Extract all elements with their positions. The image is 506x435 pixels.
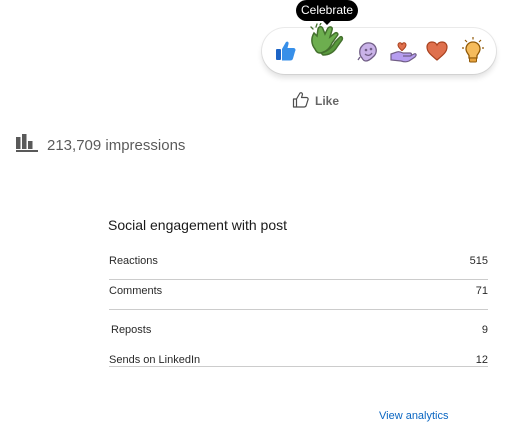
support-icon[interactable] [389, 38, 417, 64]
engagement-title: Social engagement with post [108, 217, 287, 233]
engagement-row-reposts: Reposts 9 [109, 310, 488, 340]
celebrate-icon[interactable] [306, 23, 346, 59]
row-label: Sends on LinkedIn [109, 354, 201, 366]
view-analytics-link[interactable]: View analytics [379, 410, 449, 422]
insightful-icon[interactable] [462, 37, 484, 65]
row-label: Comments [109, 285, 163, 297]
like-icon[interactable] [274, 39, 298, 63]
row-value: 9 [481, 324, 488, 337]
row-value: 515 [469, 255, 488, 267]
engagement-row-sends: Sends on LinkedIn 12 [109, 340, 488, 367]
love-icon[interactable] [426, 41, 448, 61]
impressions-stat[interactable]: 213,709 impressions [16, 134, 186, 156]
like-label: Like [315, 94, 340, 108]
engagement-row-comments: Comments 71 [109, 280, 488, 310]
like-button[interactable]: Like [292, 91, 339, 111]
row-label: Reposts [111, 323, 152, 336]
impressions-count: 213,709 impressions [47, 136, 186, 154]
engagement-row-reactions: Reactions 515 [109, 250, 488, 280]
bar-chart-icon [16, 134, 38, 156]
funny-icon[interactable] [356, 39, 380, 63]
reaction-tooltip: Celebrate [296, 0, 358, 25]
row-value: 71 [475, 285, 488, 297]
row-label: Reactions [109, 255, 158, 267]
thumbs-up-outline-icon [292, 91, 310, 112]
row-value: 12 [475, 354, 488, 366]
engagement-list: Reactions 515 Comments 71 Reposts 9 Send… [109, 250, 488, 367]
reactions-popup [262, 23, 496, 74]
